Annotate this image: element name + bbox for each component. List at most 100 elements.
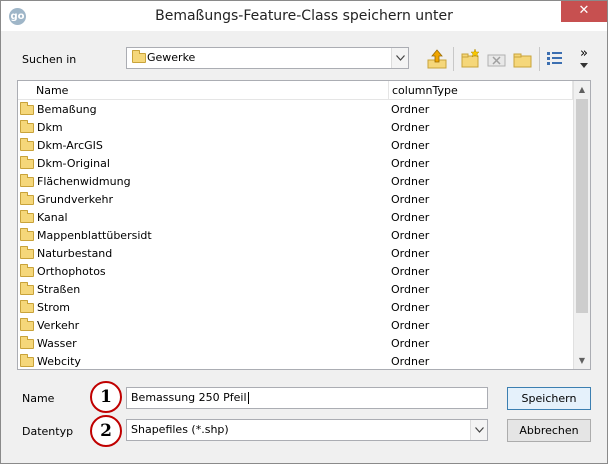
- item-type: Ordner: [391, 103, 430, 116]
- folder-icon: [20, 336, 34, 349]
- item-name: Flächenwidmung: [37, 175, 131, 188]
- item-name: Dkm-ArcGIS: [37, 139, 103, 152]
- column-header-type[interactable]: columnType: [392, 84, 458, 97]
- toolbar-separator: [453, 47, 454, 71]
- item-type: Ordner: [391, 121, 430, 134]
- folder-icon: [20, 354, 34, 367]
- list-item[interactable]: Straßen Ordner: [18, 281, 574, 299]
- delete-button[interactable]: [485, 47, 509, 71]
- item-name: Bemaßung: [37, 103, 97, 116]
- list-item[interactable]: Flächenwidmung Ordner: [18, 173, 574, 191]
- delete-icon: [487, 54, 506, 67]
- item-name: Straßen: [37, 283, 81, 296]
- file-type-select[interactable]: Shapefiles (*.shp): [126, 419, 488, 441]
- item-name: Mappenblattübersidt: [37, 229, 152, 242]
- column-divider[interactable]: [388, 81, 389, 99]
- folder-icon: [20, 174, 34, 187]
- look-in-combo[interactable]: Gewerke: [126, 47, 409, 69]
- item-name: Verkehr: [37, 319, 80, 332]
- new-folder-button[interactable]: [459, 47, 483, 71]
- text-caret: [247, 392, 249, 404]
- folder-icon: [20, 192, 34, 205]
- item-type: Ordner: [391, 193, 430, 206]
- folder-icon: [20, 138, 34, 151]
- name-label: Name: [22, 392, 55, 405]
- item-name: Webcity: [37, 355, 81, 368]
- chevron-down-icon[interactable]: [470, 420, 487, 440]
- item-type: Ordner: [391, 283, 430, 296]
- item-name: Wasser: [37, 337, 77, 350]
- item-type: Ordner: [391, 337, 430, 350]
- list-item[interactable]: Dkm Ordner: [18, 119, 574, 137]
- item-type: Ordner: [391, 229, 430, 242]
- close-button[interactable]: ✕: [561, 1, 607, 22]
- list-item[interactable]: Naturbestand Ordner: [18, 245, 574, 263]
- list-item[interactable]: Webcity Ordner: [18, 353, 574, 369]
- folder-icon: [20, 102, 34, 115]
- list-item[interactable]: Wasser Ordner: [18, 335, 574, 353]
- list-header: Name columnType: [18, 81, 574, 100]
- scroll-down-icon[interactable]: ▼: [574, 352, 590, 369]
- up-one-level-button[interactable]: [425, 47, 449, 71]
- vertical-scrollbar[interactable]: ▲ ▼: [573, 81, 590, 369]
- title-bar: go Bemaßungs-Feature-Class speichern unt…: [1, 1, 607, 31]
- save-dialog: go Bemaßungs-Feature-Class speichern unt…: [0, 0, 608, 464]
- annotation-badge-2: 2: [90, 415, 122, 447]
- item-name: Dkm-Original: [37, 157, 110, 170]
- list-item[interactable]: Kanal Ordner: [18, 209, 574, 227]
- connect-folder-button[interactable]: [511, 47, 535, 71]
- name-field-value-wrap: Bemassung 250 Pfeil: [131, 391, 249, 404]
- scroll-up-icon[interactable]: ▲: [574, 81, 590, 98]
- folder-icon: [20, 264, 34, 277]
- folder-icon: [20, 282, 34, 295]
- list-item[interactable]: Mappenblattübersidt Ordner: [18, 227, 574, 245]
- more-button[interactable]: »: [576, 47, 592, 71]
- more-icon: »: [580, 46, 588, 61]
- toolbar-separator: [539, 47, 540, 71]
- folder-icon: [132, 50, 146, 63]
- folder-icon: [20, 300, 34, 313]
- name-field[interactable]: Bemassung 250 Pfeil: [126, 387, 488, 409]
- list-item[interactable]: Orthophotos Ordner: [18, 263, 574, 281]
- view-options-icon: [547, 52, 562, 65]
- item-name: Strom: [37, 301, 71, 314]
- item-type: Ordner: [391, 319, 430, 332]
- annotation-badge-1: 1: [90, 381, 122, 413]
- item-type: Ordner: [391, 265, 430, 278]
- item-type: Ordner: [391, 355, 430, 368]
- folder-icon: [20, 156, 34, 169]
- item-name: Kanal: [37, 211, 68, 224]
- list-item[interactable]: Grundverkehr Ordner: [18, 191, 574, 209]
- name-field-value: Bemassung 250 Pfeil: [131, 391, 247, 404]
- item-type: Ordner: [391, 157, 430, 170]
- save-button[interactable]: Speichern: [507, 387, 591, 410]
- file-list[interactable]: Name columnType Bemaßung Ordner Dkm Ordner D…: [17, 80, 591, 370]
- window-title: Bemaßungs-Feature-Class speichern unter: [155, 8, 453, 24]
- look-in-label: Suchen in: [22, 53, 77, 66]
- list-item[interactable]: Dkm-ArcGIS Ordner: [18, 137, 574, 155]
- type-label: Datentyp: [22, 425, 74, 438]
- column-header-name[interactable]: Name: [36, 84, 68, 97]
- item-type: Ordner: [391, 175, 430, 188]
- list-item[interactable]: Strom Ordner: [18, 299, 574, 317]
- item-type: Ordner: [391, 301, 430, 314]
- list-item[interactable]: Verkehr Ordner: [18, 317, 574, 335]
- item-type: Ordner: [391, 139, 430, 152]
- item-type: Ordner: [391, 247, 430, 260]
- folder-icon: [20, 228, 34, 241]
- item-name: Naturbestand: [37, 247, 113, 260]
- list-item[interactable]: Dkm-Original Ordner: [18, 155, 574, 173]
- view-options-button[interactable]: [543, 47, 567, 71]
- item-type: Ordner: [391, 211, 430, 224]
- folder-icon: [20, 246, 34, 259]
- list-item[interactable]: Bemaßung Ordner: [18, 101, 574, 119]
- scroll-thumb[interactable]: [576, 99, 588, 313]
- list-rows: Bemaßung Ordner Dkm Ordner Dkm-ArcGIS Ordner D…: [18, 101, 574, 369]
- folder-icon: [20, 210, 34, 223]
- cancel-button[interactable]: Abbrechen: [507, 419, 591, 442]
- chevron-down-icon[interactable]: [391, 48, 408, 68]
- folder-icon: [20, 318, 34, 331]
- folder-icon: [20, 120, 34, 133]
- look-in-value: Gewerke: [147, 51, 196, 64]
- item-name: Orthophotos: [37, 265, 106, 278]
